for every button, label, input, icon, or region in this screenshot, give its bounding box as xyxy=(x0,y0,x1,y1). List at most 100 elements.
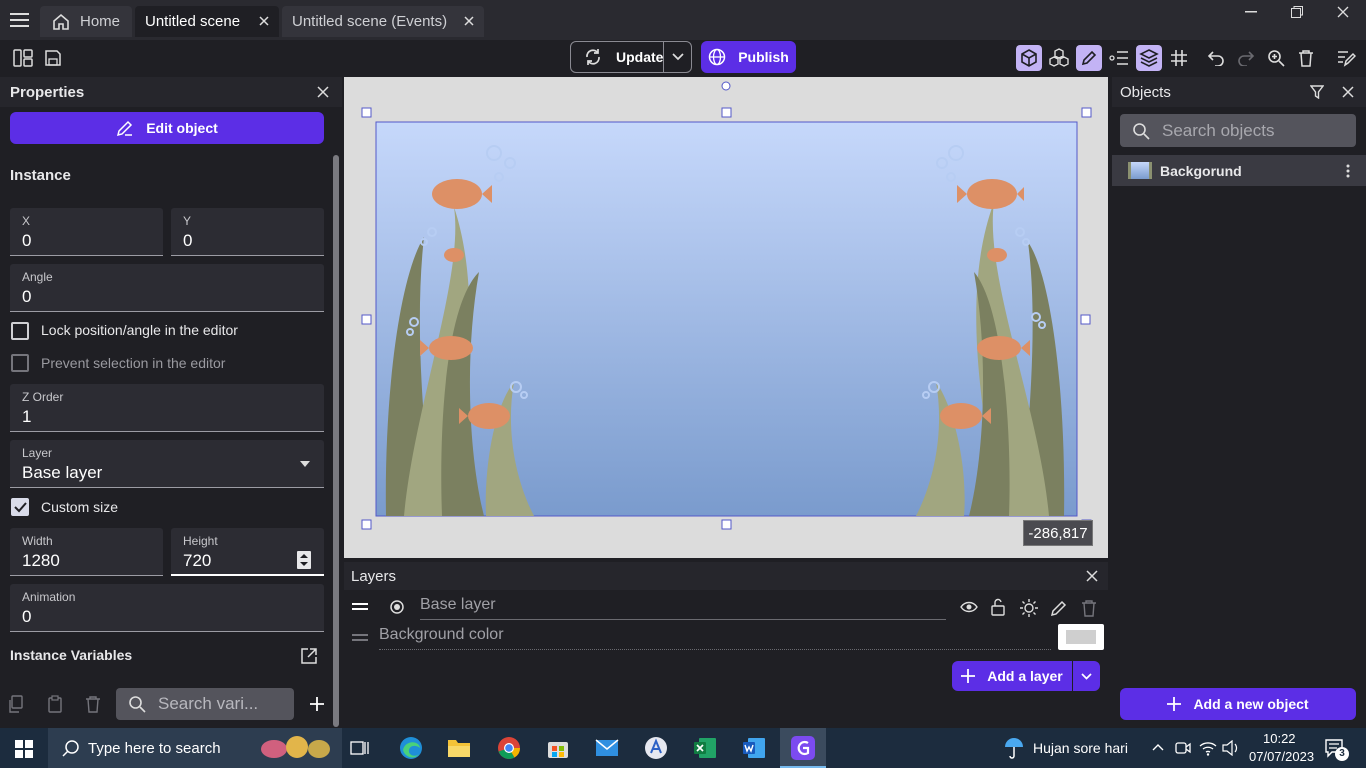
layer-row-base[interactable]: Base layer xyxy=(344,594,1108,622)
list-item[interactable]: Backgorund xyxy=(1112,155,1366,186)
radio-selected-icon[interactable] xyxy=(390,600,404,614)
restore-icon[interactable] xyxy=(1282,2,1312,22)
custom-size-label: Custom size xyxy=(41,499,119,515)
eye-icon[interactable] xyxy=(960,600,978,614)
lock-position-checkbox[interactable] xyxy=(11,322,29,340)
weather-text[interactable]: Hujan sore hari xyxy=(1033,740,1128,756)
objects-group-icon[interactable] xyxy=(1046,45,1072,71)
paste-icon[interactable] xyxy=(47,695,63,713)
windows-start-icon[interactable] xyxy=(15,740,33,758)
layers-icon[interactable] xyxy=(1136,45,1162,71)
update-dropdown-button[interactable] xyxy=(663,41,692,73)
width-value[interactable]: 1280 xyxy=(22,551,60,571)
angle-value[interactable]: 0 xyxy=(22,287,31,307)
app-icon[interactable] xyxy=(641,734,671,762)
instances-list-icon[interactable] xyxy=(1106,45,1132,71)
gdevelop-app-active[interactable] xyxy=(780,728,826,768)
store-icon[interactable] xyxy=(543,734,573,762)
show-hidden-icons-icon[interactable] xyxy=(1152,743,1164,751)
close-tab-icon[interactable] xyxy=(257,14,271,28)
lock-open-icon[interactable] xyxy=(991,598,1005,616)
background-sprite[interactable] xyxy=(375,121,1078,517)
edit-pencil-icon[interactable] xyxy=(1076,45,1102,71)
search-variables-input[interactable]: Search vari... xyxy=(116,688,294,720)
search-objects-input[interactable]: Search objects xyxy=(1120,114,1356,147)
open-external-icon[interactable] xyxy=(300,647,318,665)
z-order-field[interactable]: Z Order 1 xyxy=(10,384,324,432)
filter-icon[interactable] xyxy=(1310,85,1324,99)
tab-untitled-scene[interactable]: Untitled scene xyxy=(135,6,279,37)
animation-field[interactable]: Animation 0 xyxy=(10,584,324,632)
properties-panel: Properties Edit object Instance X 0 Y 0 … xyxy=(0,77,342,728)
layer-row-background[interactable]: Background color xyxy=(344,624,1108,652)
hamburger-menu-icon[interactable] xyxy=(10,12,30,28)
taskbar-search-box[interactable]: Type here to search xyxy=(48,728,342,768)
word-icon[interactable] xyxy=(739,734,769,762)
close-icon[interactable] xyxy=(1342,86,1354,98)
clock-time[interactable]: 10:22 xyxy=(1263,731,1296,746)
tab-home[interactable]: Home xyxy=(40,6,132,37)
delete-layer-icon xyxy=(1081,599,1097,617)
scrollbar[interactable] xyxy=(333,155,339,727)
close-window-icon[interactable] xyxy=(1328,2,1358,22)
update-button[interactable]: Update xyxy=(570,41,664,73)
delete-variable-icon[interactable] xyxy=(85,695,101,713)
close-tab-icon[interactable] xyxy=(462,14,476,28)
publish-button[interactable]: Publish xyxy=(701,41,796,73)
lighting-sun-icon[interactable] xyxy=(1019,598,1039,618)
panels-icon[interactable] xyxy=(10,45,36,71)
edit-object-button[interactable]: Edit object xyxy=(10,112,324,144)
3d-cube-icon[interactable] xyxy=(1016,45,1042,71)
copy-icon[interactable] xyxy=(8,695,24,713)
minimize-icon[interactable] xyxy=(1236,2,1266,22)
y-label: Y xyxy=(183,214,192,228)
save-icon[interactable] xyxy=(40,45,66,71)
clock-date[interactable]: 07/07/2023 xyxy=(1249,749,1314,764)
grid-icon[interactable] xyxy=(1166,45,1192,71)
close-icon[interactable] xyxy=(1086,570,1098,582)
trash-icon[interactable] xyxy=(1293,45,1319,71)
prevent-selection-checkbox[interactable] xyxy=(11,354,29,372)
z-order-value[interactable]: 1 xyxy=(22,407,31,427)
task-view-icon[interactable] xyxy=(345,734,375,762)
file-explorer-icon[interactable] xyxy=(444,734,474,762)
scene-canvas[interactable]: -286,817 xyxy=(344,77,1108,558)
close-icon[interactable] xyxy=(317,86,329,98)
mail-icon[interactable] xyxy=(592,734,622,762)
stepper-icon[interactable] xyxy=(297,551,311,569)
more-vertical-icon[interactable] xyxy=(1346,164,1350,178)
x-value[interactable]: 0 xyxy=(22,231,31,251)
base-layer-name[interactable]: Base layer xyxy=(420,596,946,620)
wifi-icon[interactable] xyxy=(1199,740,1217,756)
height-field[interactable]: Height 720 xyxy=(171,528,324,576)
background-color-swatch[interactable] xyxy=(1058,624,1104,650)
volume-icon[interactable] xyxy=(1222,740,1240,756)
add-variable-icon[interactable] xyxy=(309,696,325,712)
excel-icon[interactable] xyxy=(690,734,720,762)
add-new-object-button[interactable]: Add a new object xyxy=(1120,688,1356,720)
weather-icon[interactable] xyxy=(1003,737,1025,759)
y-value[interactable]: 0 xyxy=(183,231,192,251)
layer-select[interactable]: Layer Base layer xyxy=(10,440,324,488)
edge-browser-icon[interactable] xyxy=(396,734,426,762)
angle-field[interactable]: Angle 0 xyxy=(10,264,324,312)
y-field[interactable]: Y 0 xyxy=(171,208,324,256)
drag-handle-icon[interactable] xyxy=(352,603,368,611)
width-field[interactable]: Width 1280 xyxy=(10,528,163,576)
chevron-down-icon xyxy=(1081,672,1092,680)
add-layer-button[interactable]: Add a layer xyxy=(952,661,1072,691)
objects-header: Objects xyxy=(1112,77,1366,107)
add-layer-dropdown-button[interactable] xyxy=(1073,661,1100,691)
meet-now-icon[interactable] xyxy=(1175,740,1191,756)
chrome-browser-icon[interactable] xyxy=(494,734,524,762)
edit-layer-icon[interactable] xyxy=(1050,599,1068,617)
undo-icon[interactable] xyxy=(1203,45,1229,71)
edit-notes-icon[interactable] xyxy=(1333,45,1359,71)
tab-untitled-scene-events[interactable]: Untitled scene (Events) xyxy=(282,6,484,37)
custom-size-checkbox[interactable] xyxy=(11,498,29,516)
zoom-icon[interactable] xyxy=(1263,45,1289,71)
scene-view[interactable] xyxy=(344,77,1108,558)
x-field[interactable]: X 0 xyxy=(10,208,163,256)
height-value[interactable]: 720 xyxy=(183,551,211,571)
animation-value[interactable]: 0 xyxy=(22,607,31,627)
